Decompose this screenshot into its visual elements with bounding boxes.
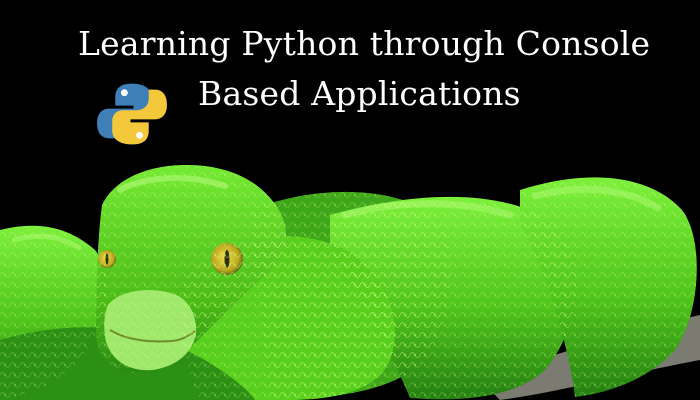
python-logo-icon <box>97 83 167 145</box>
title-line-2: Based Applications <box>198 74 521 113</box>
title-line-1: Learning Python through Console <box>78 24 651 63</box>
python-console-banner: Learning Python through Console Based Ap… <box>0 0 700 400</box>
